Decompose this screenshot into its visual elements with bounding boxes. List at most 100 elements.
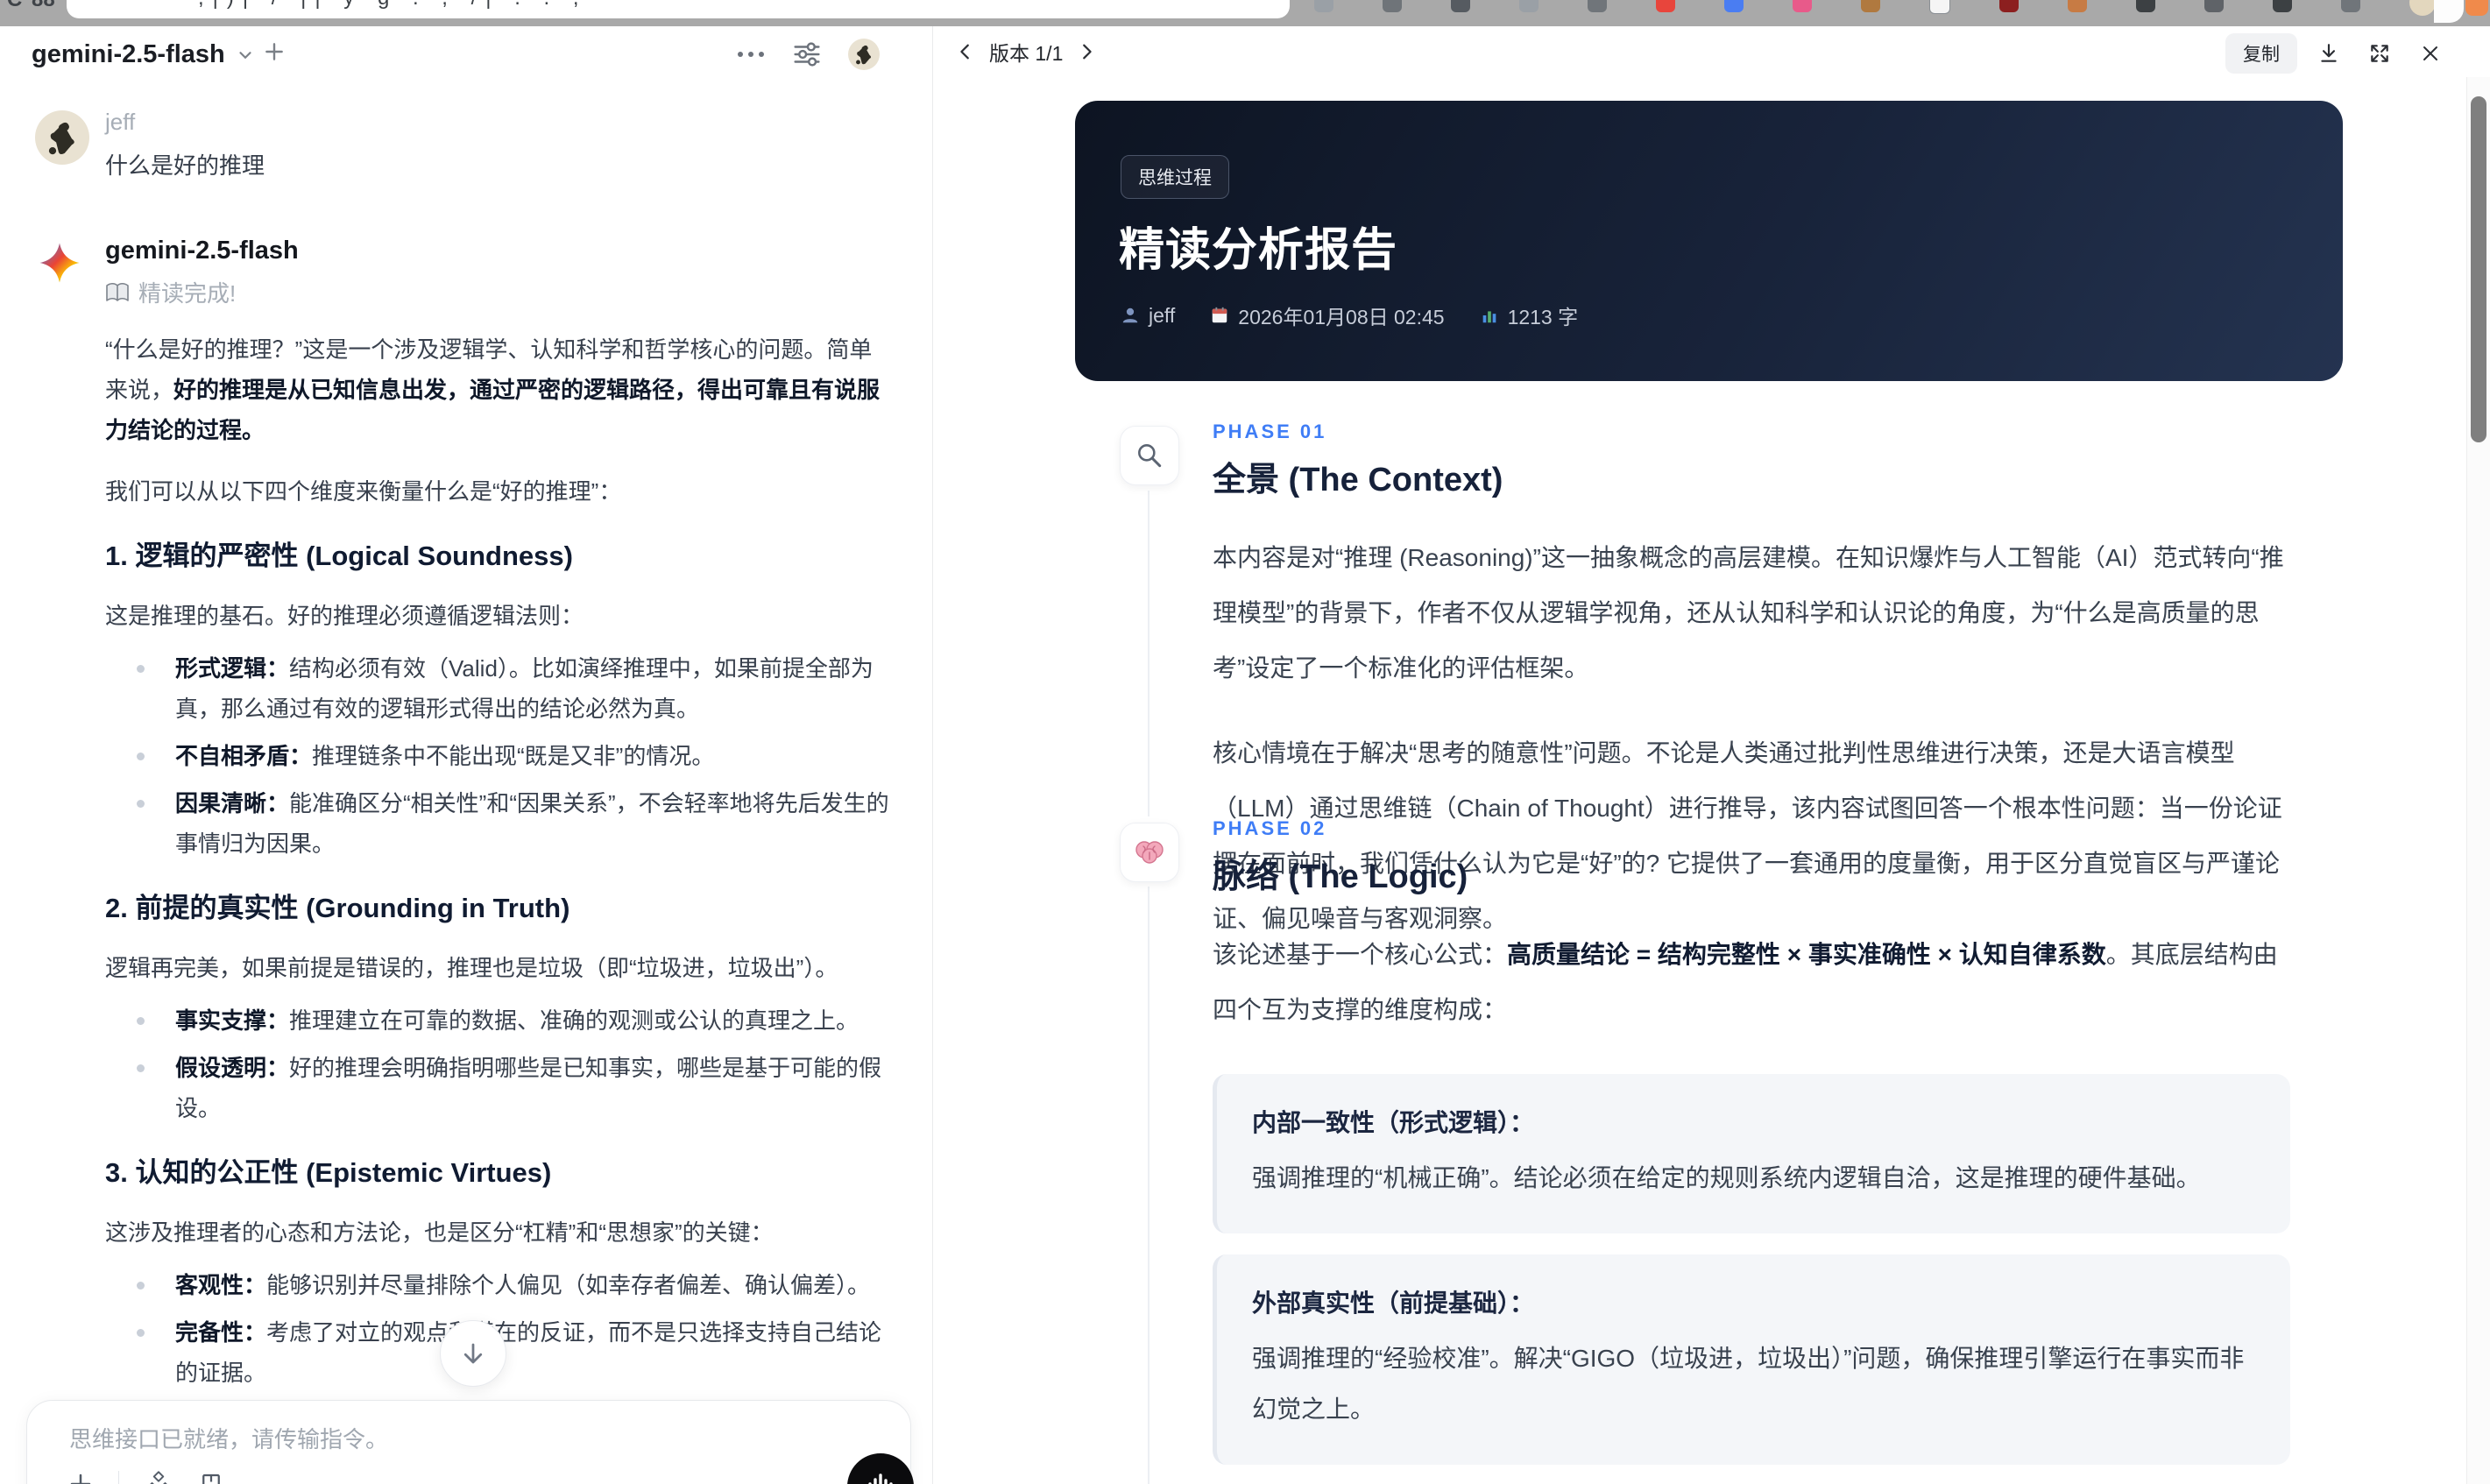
assistant-message-body: “什么是好的推理？”这是一个涉及逻辑学、认知科学和哲学核心的问题。简单来说，好的… xyxy=(105,329,889,1484)
section-title: 1. 逻辑的严密性 (Logical Soundness) xyxy=(105,541,573,571)
person-icon xyxy=(1122,307,1138,323)
report-author: jeff xyxy=(1121,304,1175,328)
box-title: 外部真实性（前提基础）： xyxy=(1252,1290,1535,1317)
bullet-item: 事实支撑：推理建立在可靠的数据、准确的观测或公认的真理之上。 xyxy=(137,1000,889,1041)
bullet-item: 客观性：能够识别并尽量排除个人偏见（如幸存者偏差、确认偏差）。 xyxy=(137,1265,889,1305)
voice-input-button[interactable] xyxy=(847,1453,914,1484)
phase-2-icon-card xyxy=(1120,823,1179,882)
timeline-connector xyxy=(1148,887,1150,1484)
intro-paragraph: “什么是好的推理？”这是一个涉及逻辑学、认知科学和哲学核心的问题。简单来说，好的… xyxy=(105,336,881,443)
bookmark-icon[interactable] xyxy=(198,1471,224,1484)
dimension-boxes: 内部一致性（形式逻辑）： 强调推理的“机械正确”。结论必须在给定的规则系统内逻辑… xyxy=(1213,1074,2290,1484)
box-text: 强调推理的“经验校准”。解决“GIGO（垃圾进，垃圾出）”问题，确保推理引擎运行… xyxy=(1252,1345,2245,1423)
assistant-name: gemini-2.5-flash xyxy=(105,237,299,265)
report-datetime: 2026年01月08日 02:45 xyxy=(1210,300,1445,330)
message-composer xyxy=(26,1400,914,1484)
browser-tab-icon[interactable]: 88 xyxy=(32,0,55,12)
expand-button[interactable] xyxy=(2360,36,2399,71)
user-avatar[interactable] xyxy=(848,39,880,70)
arrow-down-icon xyxy=(463,1343,483,1364)
user-message: jeff 什么是好的推理 xyxy=(35,109,889,180)
close-icon xyxy=(2423,46,2437,60)
brain-icon xyxy=(1135,841,1164,864)
bullet-item: 完备性：考虑了对立的观点和潜在的反证，而不是只选择支持自己结论的证据。 xyxy=(137,1312,889,1393)
bullet-item: 因果清晰：能准确区分“相关性”和“因果关系”，不会轻率地将先后发生的事情归为因果… xyxy=(137,783,889,864)
book-icon xyxy=(106,282,129,301)
phase-label: PHASE 02 xyxy=(1213,817,1327,839)
user-message-text: 什么是好的推理 xyxy=(105,152,265,179)
browser-profile-icon[interactable] xyxy=(2465,0,2488,16)
calendar-icon xyxy=(1213,307,1227,323)
phase-title: 全景 (The Context) xyxy=(1213,462,1503,498)
lead-paragraph: 我们可以从以下四个维度来衡量什么是“好的推理”： xyxy=(105,478,622,505)
message-input[interactable] xyxy=(67,1425,737,1454)
bullet-item: 假设透明：好的推理会明确指明哪些是已知事实，哪些是基于可能的假设。 xyxy=(137,1048,889,1128)
phase-paragraph: 本内容是对“推理 (Reasoning)”这一抽象概念的高层建模。在知识爆炸与人… xyxy=(1213,544,2284,682)
report-word-count: 1213 字 xyxy=(1480,300,1578,330)
assistant-status: 精读完成! xyxy=(105,276,889,308)
close-button[interactable] xyxy=(2411,36,2450,71)
section-desc: 这是推理的基石。好的推理必须遵循逻辑法则： xyxy=(105,603,584,629)
artifact-actions: 复制 xyxy=(2225,33,2450,74)
chevron-left-icon[interactable] xyxy=(956,42,975,61)
browser-toolbar: C 88 ,|)| / || y g . , /| . . , xyxy=(0,0,2490,27)
waveform-icon xyxy=(868,1473,893,1484)
toolbar-divider xyxy=(118,1471,119,1484)
section-desc: 逻辑再完美，如果前提是错误的，推理也是垃圾（即“垃圾进，垃圾出”）。 xyxy=(105,955,838,981)
dimension-box: 外部真实性（前提基础）： 强调推理的“经验校准”。解决“GIGO（垃圾进，垃圾出… xyxy=(1213,1254,2290,1465)
report-badge: 思维过程 xyxy=(1121,155,1229,199)
avatar-figure-icon xyxy=(856,45,872,65)
chevron-right-icon[interactable] xyxy=(1077,42,1096,61)
address-bar[interactable]: ,|)| / || y g . , /| . . , xyxy=(67,0,1290,18)
window-corner xyxy=(2434,0,2464,23)
phase-1-icon-card xyxy=(1120,426,1179,485)
app-window: gemini-2.5-flash jeff 什么是好的推理 gemini-2.5… xyxy=(0,26,2490,1484)
timeline-connector xyxy=(1148,491,1150,816)
user-name: jeff xyxy=(105,109,136,135)
chevron-down-icon xyxy=(239,51,251,59)
composer-toolbar xyxy=(67,1469,224,1484)
attach-plus-icon[interactable] xyxy=(67,1471,94,1484)
chat-title: gemini-2.5-flash xyxy=(32,40,225,68)
box-title: 内部一致性（形式逻辑）： xyxy=(1252,1109,1535,1136)
version-label: 版本 1/1 xyxy=(989,42,1064,65)
phase-paragraph: 该论述基于一个核心公式：高质量结论 = 结构完整性 × 事实准确性 × 认知自律… xyxy=(1213,941,2278,1023)
more-options-icon[interactable] xyxy=(736,48,766,60)
chat-message-list: jeff 什么是好的推理 gemini-2.5-flash 精读完成! “什么是… xyxy=(0,77,932,1484)
status-text: 精读完成! xyxy=(138,280,237,307)
report-meta: jeff 2026年01月08日 02:45 1213 字 xyxy=(1121,300,1578,330)
section-desc: 这涉及推理者的心态和方法论，也是区分“杠精”和“思想家”的关键： xyxy=(105,1219,774,1246)
scrollbar-thumb[interactable] xyxy=(2471,96,2486,442)
bullet-list: 形式逻辑：结构必须有效（Valid）。比如演绎推理中，如果前提全部为真，那么通过… xyxy=(105,648,889,864)
bullet-item: 形式逻辑：结构必须有效（Valid）。比如演绎推理中，如果前提全部为真，那么通过… xyxy=(137,648,889,729)
new-chat-button[interactable] xyxy=(263,40,286,63)
url-text-sliver: ,|)| / || y g . , /| . . , xyxy=(198,0,987,12)
plus-icon xyxy=(265,43,283,60)
phase-title: 脉络 (The Logic) xyxy=(1213,859,1468,895)
report-title: 精读分析报告 xyxy=(1119,225,1398,276)
dimension-box: 内部一致性（形式逻辑）： 强调推理的“机械正确”。结论必须在给定的规则系统内逻辑… xyxy=(1213,1074,2290,1233)
version-navigator: 版本 1/1 xyxy=(956,37,1096,67)
report-hero-card: 思维过程 精读分析报告 jeff 2026年01月08日 02:45 1213 … xyxy=(1075,101,2343,381)
extension-icons[interactable] xyxy=(1314,0,2436,16)
bullet-item: 不自相矛盾：推理链条中不能出现“既是又非”的情况。 xyxy=(137,736,889,776)
avatar-figure-icon xyxy=(48,122,74,155)
scrollbar-track[interactable] xyxy=(2466,77,2490,1484)
settings-sliders-icon[interactable] xyxy=(792,39,822,69)
scroll-to-bottom-button[interactable] xyxy=(440,1320,506,1387)
user-avatar xyxy=(35,110,89,165)
chat-panel: gemini-2.5-flash jeff 什么是好的推理 gemini-2.5… xyxy=(0,26,933,1484)
gemini-star-icon xyxy=(39,242,81,284)
copy-button[interactable]: 复制 xyxy=(2225,33,2297,74)
browser-nav-icon[interactable]: C xyxy=(7,0,22,12)
magnifier-icon xyxy=(1138,444,1162,468)
assistant-message: gemini-2.5-flash 精读完成! “什么是好的推理？”这是一个涉及逻… xyxy=(35,237,889,1484)
artifact-panel: 版本 1/1 复制 思维过程 精读分析报告 jeff 2026年01月08日 0… xyxy=(933,26,2490,1484)
chat-header: gemini-2.5-flash xyxy=(0,26,932,77)
screenshot-root: C 88 ,|)| / || y g . , /| . . , gemini-2… xyxy=(0,0,2490,1484)
model-selector[interactable]: gemini-2.5-flash xyxy=(32,40,255,69)
expand-icon xyxy=(2371,45,2388,62)
tools-sparkle-icon[interactable] xyxy=(144,1469,173,1484)
chat-header-actions xyxy=(736,39,880,70)
download-button[interactable] xyxy=(2310,36,2348,71)
